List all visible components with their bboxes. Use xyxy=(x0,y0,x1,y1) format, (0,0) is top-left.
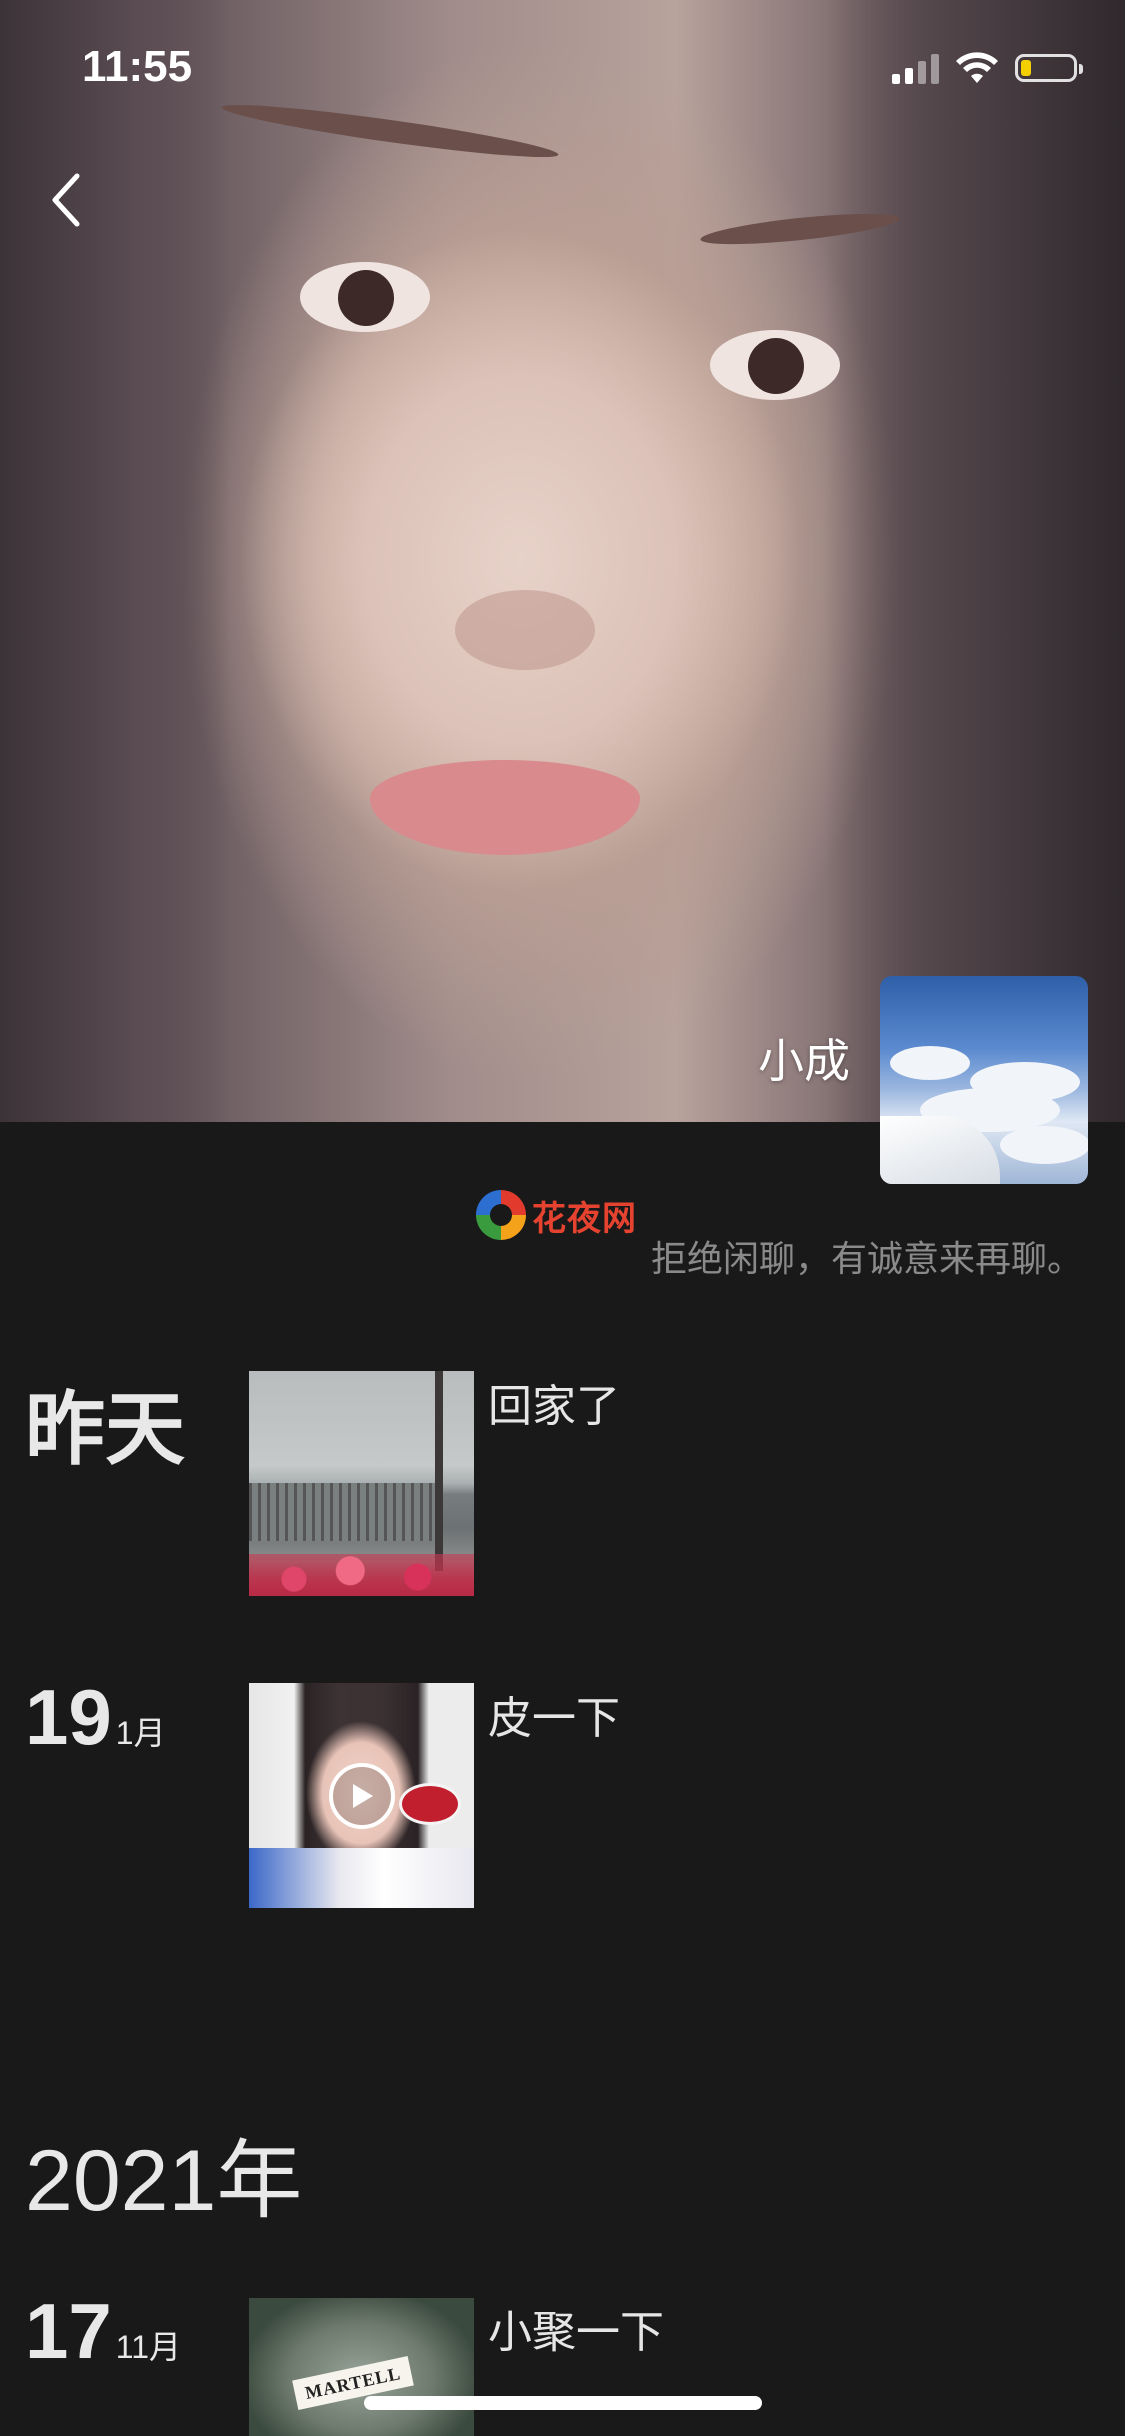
moment-date: 17 11月 xyxy=(25,2286,181,2377)
play-icon xyxy=(353,1784,373,1808)
thumb-pole xyxy=(435,1371,443,1571)
moment-date: 19 1月 xyxy=(25,1672,166,1763)
back-button[interactable] xyxy=(36,160,96,240)
profile-name[interactable]: 小成 xyxy=(758,1025,850,1091)
moment-day: 17 xyxy=(25,2287,112,2375)
status-icons xyxy=(892,48,1083,88)
thumb-glasses xyxy=(399,1783,461,1825)
cover-photo[interactable] xyxy=(0,0,1125,1122)
cover-eye-left xyxy=(300,262,430,332)
watermark-text: 花夜网 xyxy=(532,1198,637,1239)
thumb-fence xyxy=(249,1483,439,1541)
moment-video-thumbnail[interactable] xyxy=(249,1683,474,1908)
battery-icon xyxy=(1015,54,1083,82)
cover-lips xyxy=(370,760,640,855)
year-heading: 2021年 xyxy=(25,2133,303,2229)
moment-thumbnail[interactable] xyxy=(249,1371,474,1596)
home-indicator[interactable] xyxy=(364,2396,762,2410)
moment-month: 11月 xyxy=(115,2329,181,2365)
play-button[interactable] xyxy=(329,1763,395,1829)
moment-text[interactable]: 皮一下 xyxy=(488,1682,620,1746)
profile-signature: 拒绝闲聊，有诚意来再聊。 xyxy=(650,1239,1083,1280)
status-time: 11:55 xyxy=(82,42,193,91)
chevron-left-icon xyxy=(52,173,80,227)
wifi-icon xyxy=(956,52,998,83)
moment-day: 19 xyxy=(25,1673,112,1761)
cover-nose xyxy=(455,590,595,670)
moments-profile-page: 11:55 小成 花夜网 拒绝闲聊，有诚意来再聊。 昨天 回家了 19 1月 皮… xyxy=(0,0,1125,2436)
cover-brow-left xyxy=(220,96,560,166)
cellular-signal-icon xyxy=(892,52,939,84)
cover-hair-right xyxy=(825,0,1125,1122)
moment-text[interactable]: 回家了 xyxy=(488,1370,620,1434)
thumb-shirt xyxy=(249,1848,474,1908)
battery-level xyxy=(1021,60,1031,76)
moment-date: 昨天 xyxy=(25,1383,185,1476)
watermark: 花夜网 xyxy=(476,1190,637,1240)
thumb-flowers xyxy=(249,1554,474,1596)
moment-text[interactable]: 小聚一下 xyxy=(488,2296,664,2360)
cover-eye-right xyxy=(710,330,840,400)
avatar[interactable] xyxy=(880,976,1088,1184)
watermark-logo-icon xyxy=(476,1190,526,1240)
moment-month: 1月 xyxy=(115,1715,166,1751)
cover-hair-left xyxy=(0,0,230,1122)
moment-thumbnail[interactable]: MARTELL xyxy=(249,2298,474,2436)
